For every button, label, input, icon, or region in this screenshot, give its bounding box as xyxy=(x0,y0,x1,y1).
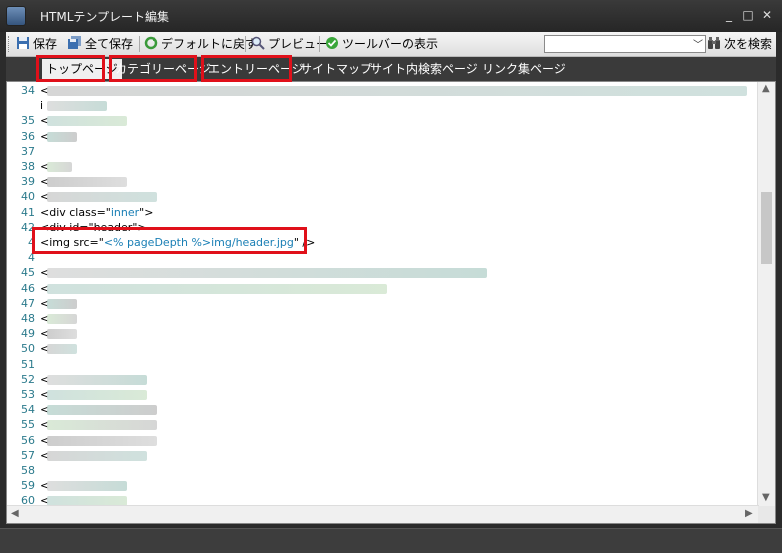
blurred-code xyxy=(47,299,77,309)
floppy-disk-icon xyxy=(17,37,29,49)
template-tabs: トップページ カテゴリーページ エントリーページ サイトマップ サイト内検索ペー… xyxy=(6,57,776,81)
line-number: 51 xyxy=(21,358,35,371)
toolbar: 保存 全て保存 デフォルトに戻す プレビュー ツールバーの表示 ﹀ 次を検索 xyxy=(6,32,776,57)
blurred-code xyxy=(47,329,77,339)
blurred-code xyxy=(47,405,157,415)
line-number: 39 xyxy=(21,175,35,188)
blurred-code xyxy=(47,481,127,491)
line-number: 36 xyxy=(21,130,35,143)
blurred-code xyxy=(47,192,157,202)
line-number: 4 xyxy=(28,251,35,264)
line-number: 41 xyxy=(21,206,35,219)
save-all-button[interactable]: 全て保存 xyxy=(68,34,133,54)
line-number: 59 xyxy=(21,479,35,492)
code-line: <div id="header"> xyxy=(40,221,147,234)
maximize-button[interactable]: □ xyxy=(741,8,755,22)
line-number: 42 xyxy=(21,221,35,234)
line-number: 4 xyxy=(28,236,35,249)
blurred-code xyxy=(47,284,387,294)
reset-default-button[interactable]: デフォルトに戻す xyxy=(144,34,257,54)
line-number: 56 xyxy=(21,434,35,447)
chevron-down-icon[interactable]: ﹀ xyxy=(693,36,703,51)
line-number: 52 xyxy=(21,373,35,386)
line-number: 34 xyxy=(21,84,35,97)
blurred-code xyxy=(47,314,77,324)
toolbar-display-button[interactable]: ツールバーの表示 xyxy=(325,34,438,54)
toolbar-separator xyxy=(139,36,140,52)
blurred-code xyxy=(47,451,147,461)
blurred-code xyxy=(47,177,127,187)
line-number: 50 xyxy=(21,342,35,355)
magnifier-icon xyxy=(251,36,265,50)
blurred-code xyxy=(47,390,147,400)
line-number: 37 xyxy=(21,145,35,158)
scroll-corner xyxy=(758,506,775,523)
status-bar xyxy=(0,528,782,553)
line-number: 47 xyxy=(21,297,35,310)
toolbar-grip[interactable] xyxy=(8,36,12,52)
preview-button[interactable]: プレビュー xyxy=(251,34,328,54)
blurred-code xyxy=(47,375,147,385)
scroll-right-icon[interactable]: ▶ xyxy=(745,508,753,519)
line-number: 55 xyxy=(21,418,35,431)
blurred-code xyxy=(47,132,77,142)
code-line: i xyxy=(40,99,44,112)
save-button[interactable]: 保存 xyxy=(16,34,57,54)
line-number: 57 xyxy=(21,449,35,462)
blurred-code xyxy=(47,162,72,172)
blurred-code xyxy=(47,436,157,446)
blurred-code xyxy=(47,268,487,278)
find-next-button[interactable]: 次を検索 xyxy=(707,34,772,54)
vertical-scrollbar[interactable]: ▲ ▼ xyxy=(757,82,775,506)
title-bar[interactable]: HTMLテンプレート編集 _ □ ✕ xyxy=(0,0,782,32)
line-number: 49 xyxy=(21,327,35,340)
tab-top-page[interactable]: トップページ xyxy=(42,59,122,79)
blurred-code xyxy=(47,420,157,430)
horizontal-scrollbar[interactable]: ◀ ▶ xyxy=(7,505,759,523)
code-line: <img src="<% pageDepth %>img/header.jpg"… xyxy=(40,236,316,249)
save-all-icon xyxy=(68,36,81,49)
refresh-icon xyxy=(144,36,158,50)
toolbar-separator xyxy=(319,36,320,52)
blurred-code xyxy=(47,344,77,354)
minimize-button[interactable]: _ xyxy=(722,8,736,22)
template-editor-window: HTMLテンプレート編集 _ □ ✕ 保存 全て保存 デフォルトに戻す プレビュ… xyxy=(0,0,782,553)
code-line: <div class="inner"> xyxy=(40,206,154,219)
code-editor[interactable]: 34 35 36 37 38 39 40 41 42 4 4 45 46 47 48 49 50 51 52 53 54… xyxy=(6,81,776,524)
blurred-code xyxy=(47,116,127,126)
line-number: 35 xyxy=(21,114,35,127)
scroll-left-icon[interactable]: ◀ xyxy=(11,508,19,519)
tab-link-list-page[interactable]: リンク集ページ xyxy=(482,59,566,79)
blurred-code xyxy=(47,86,747,96)
line-number: 38 xyxy=(21,160,35,173)
line-number: 45 xyxy=(21,266,35,279)
window-title: HTMLテンプレート編集 xyxy=(40,10,170,24)
scroll-down-icon[interactable]: ▼ xyxy=(762,492,770,503)
line-number: 54 xyxy=(21,403,35,416)
app-icon xyxy=(6,6,26,26)
line-number: 40 xyxy=(21,190,35,203)
close-button[interactable]: ✕ xyxy=(760,8,774,22)
line-number: 58 xyxy=(21,464,35,477)
line-number: 46 xyxy=(21,282,35,295)
tab-sitemap[interactable]: サイトマップ xyxy=(300,59,372,79)
line-number: 48 xyxy=(21,312,35,325)
line-number-gutter: 34 35 36 37 38 39 40 41 42 4 4 45 46 47 48 49 50 51 52 53 54… xyxy=(7,82,37,523)
search-input[interactable]: ﹀ xyxy=(544,35,706,53)
vertical-scroll-thumb[interactable] xyxy=(761,192,772,264)
tab-site-search-page[interactable]: サイト内検索ページ xyxy=(370,59,478,79)
tab-entry-page[interactable]: エントリーページ xyxy=(208,59,304,79)
scroll-up-icon[interactable]: ▲ xyxy=(762,83,770,94)
tab-category-page[interactable]: カテゴリーページ xyxy=(115,59,211,79)
blurred-code xyxy=(47,101,107,111)
toolbar-separator xyxy=(245,36,246,52)
check-circle-icon xyxy=(326,37,338,49)
line-number: 53 xyxy=(21,388,35,401)
binoculars-icon xyxy=(708,37,720,49)
